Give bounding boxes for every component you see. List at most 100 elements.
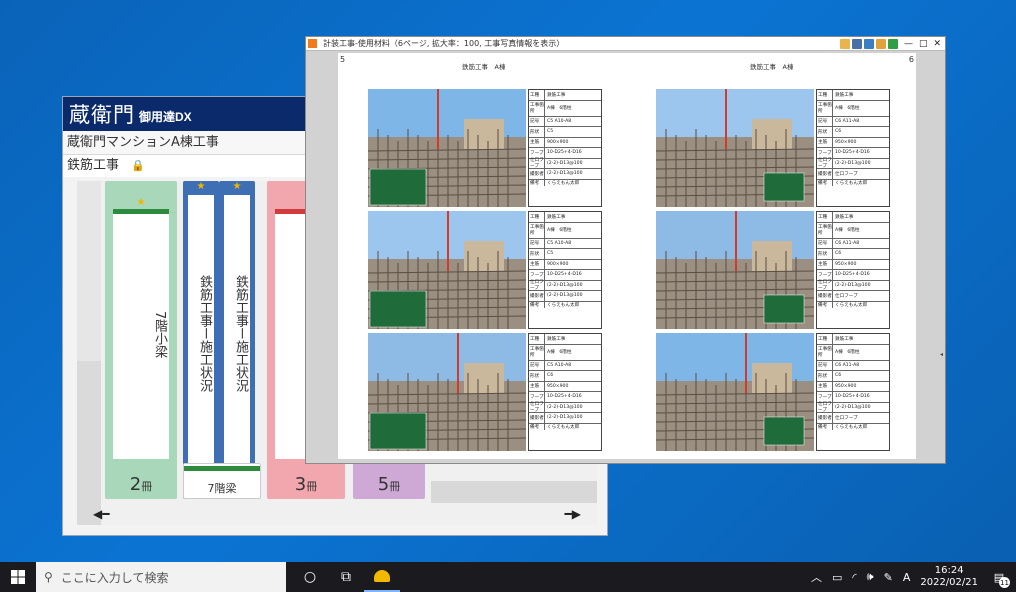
chevron-up-icon[interactable]: ︿ (811, 569, 822, 585)
info-row: 撮影者 (2-2)-D13@100 (529, 169, 601, 180)
info-row: 記号 C6 A11-A8 (817, 360, 889, 371)
scroll-right-arrow-icon[interactable]: ━▶ (565, 507, 581, 521)
info-key: 備考 (817, 301, 833, 308)
photo-info-table: 工種 鉄筋工事 工事箇所 A棟 6階柱 記号 C6 A11-A8 形状 C6 主筋 950×900… (816, 333, 890, 451)
preview-title: 計装工事-使用材料（6ページ, 拡大率：100, 工事写真情報を表示） (323, 39, 565, 48)
save-icon[interactable] (851, 38, 862, 49)
volume-icon[interactable]: 🕪 (867, 570, 874, 584)
binder-count-unit: 冊 (141, 480, 153, 493)
info-value: 900×900 (547, 261, 569, 267)
info-key: フープ (529, 270, 545, 280)
info-key: 主筋 (817, 381, 833, 391)
info-value: 鉄筋工事 (547, 214, 566, 220)
scroll-left-arrow-icon[interactable]: ◀━ (93, 507, 109, 521)
binder-rebar-status-1[interactable]: ★ 鉄筋工事ー施工状況 (183, 181, 219, 499)
construction-photo (368, 89, 526, 207)
info-key: 工種 (529, 334, 545, 344)
binder-label: 7階小梁 (152, 311, 167, 359)
binder-count-value: 2 (129, 474, 142, 495)
info-key: 形状 (529, 249, 545, 259)
binder-label: 鉄筋工事ー施工状況 (197, 274, 212, 392)
info-key: 形状 (529, 371, 545, 381)
taskbar-app-kuraemon[interactable] (364, 562, 400, 592)
binder-label: 7階梁 (207, 482, 237, 495)
info-value: 10-D25+4-D16 (835, 394, 870, 400)
info-key: 記号 (529, 116, 545, 126)
info-row: 備考 くらえもん太郎 (817, 423, 889, 430)
info-value: A棟 6階柱 (547, 350, 572, 355)
info-value: A棟 6階柱 (547, 228, 572, 233)
circle-icon: ○ (303, 569, 317, 585)
battery-icon[interactable]: ▭ (832, 571, 842, 584)
info-value: 950×900 (835, 383, 857, 389)
info-value: くらえもん太郎 (547, 424, 580, 430)
print-icon[interactable] (863, 38, 874, 49)
document-icon[interactable] (875, 38, 886, 49)
info-value: (2-2)-D13@100 (547, 415, 583, 421)
info-key: フープ (529, 392, 545, 402)
app-logo: 蔵衛門 (69, 103, 135, 127)
info-key: 記号 (817, 116, 833, 126)
info-row: 工種 鉄筋工事 (817, 90, 889, 101)
info-key: 工種 (529, 90, 545, 100)
info-row: 仕口フープ (2-2)-D13@100 (817, 280, 889, 292)
info-key: 記号 (529, 360, 545, 370)
info-key: 工事箇所 (817, 344, 833, 360)
binder-count-value: 5 (377, 474, 390, 495)
binder-7f-beam[interactable]: 7階梁 (183, 463, 261, 499)
excel-icon[interactable] (887, 38, 898, 49)
notification-center-button[interactable]: ▤ 11 (988, 566, 1010, 588)
construction-photo (656, 89, 814, 207)
info-value: A棟 6階柱 (547, 106, 572, 111)
info-row: 主筋 900×900 (529, 259, 601, 270)
info-key: 撮影者 (817, 169, 833, 179)
info-value: C6 (835, 373, 842, 379)
info-key: 撮影者 (529, 291, 545, 301)
minimize-icon[interactable]: — (904, 39, 913, 49)
folder-icon[interactable] (839, 38, 850, 49)
scroll-handle[interactable]: ◂ (940, 351, 943, 358)
cortana-button[interactable]: ○ (292, 562, 328, 592)
info-value: くらえもん太郎 (835, 180, 868, 186)
info-key: 工種 (529, 212, 545, 222)
pen-icon[interactable]: ✎ (884, 571, 893, 584)
info-value: 10-D25+4-D16 (547, 394, 582, 400)
binder-count: 3冊 (267, 474, 345, 495)
info-row: 仕口フープ (2-2)-D13@100 (529, 402, 601, 413)
binder-rebar-status-2[interactable]: ★ 鉄筋工事ー施工状況 (219, 181, 255, 499)
info-row: 撮影者 仕口フープ (817, 169, 889, 180)
binder-7f-small-beam[interactable]: ★ 7階小梁 2冊 (105, 181, 177, 499)
right-page-heading: 鉄筋工事 A棟 (750, 63, 794, 71)
info-value: (2-2)-D13@100 (547, 293, 583, 299)
wifi-icon[interactable]: ◜ (852, 571, 856, 584)
search-placeholder: ここに入力して検索 (60, 570, 169, 585)
ime-indicator[interactable]: A (903, 571, 911, 584)
close-icon[interactable]: ✕ (933, 39, 941, 49)
info-value: C5 A10-A8 (547, 362, 572, 368)
maximize-icon[interactable]: □ (919, 39, 928, 49)
preview-toolbar (839, 38, 898, 49)
info-value: 950×900 (835, 261, 857, 267)
start-button[interactable] (0, 562, 36, 592)
info-row: 主筋 950×900 (817, 137, 889, 148)
info-key: 備考 (529, 301, 545, 308)
info-key: フープ (817, 148, 833, 158)
info-value: 10-D25+4-D16 (547, 272, 582, 278)
info-row: 形状 C5 (529, 249, 601, 260)
photo-image (368, 211, 526, 329)
task-view-button[interactable]: ⧉ (328, 562, 364, 592)
info-row: 工種 鉄筋工事 (529, 334, 601, 345)
preview-titlebar: 計装工事-使用材料（6ページ, 拡大率：100, 工事写真情報を表示） — □ … (306, 37, 945, 51)
info-value: C6 A11-A8 (835, 240, 860, 246)
clock[interactable]: 16:24 2022/02/21 (920, 565, 978, 589)
info-row: 記号 C5 A10-A8 (529, 360, 601, 371)
construction-photo (656, 211, 814, 329)
photo-info-table: 工種 鉄筋工事 工事箇所 A棟 6階柱 記号 C5 A10-A8 形状 C5 主筋 900×900… (528, 89, 602, 207)
info-key: 撮影者 (529, 413, 545, 423)
binder-count-value: 3 (294, 474, 307, 495)
taskbar-search[interactable]: ⚲ ここに入力して検索 (36, 562, 286, 592)
info-key: 仕口フープ (818, 280, 833, 292)
construction-photo (368, 211, 526, 329)
info-key: 仕口フープ (530, 158, 545, 170)
info-value: (2-2)-D13@100 (547, 160, 583, 166)
